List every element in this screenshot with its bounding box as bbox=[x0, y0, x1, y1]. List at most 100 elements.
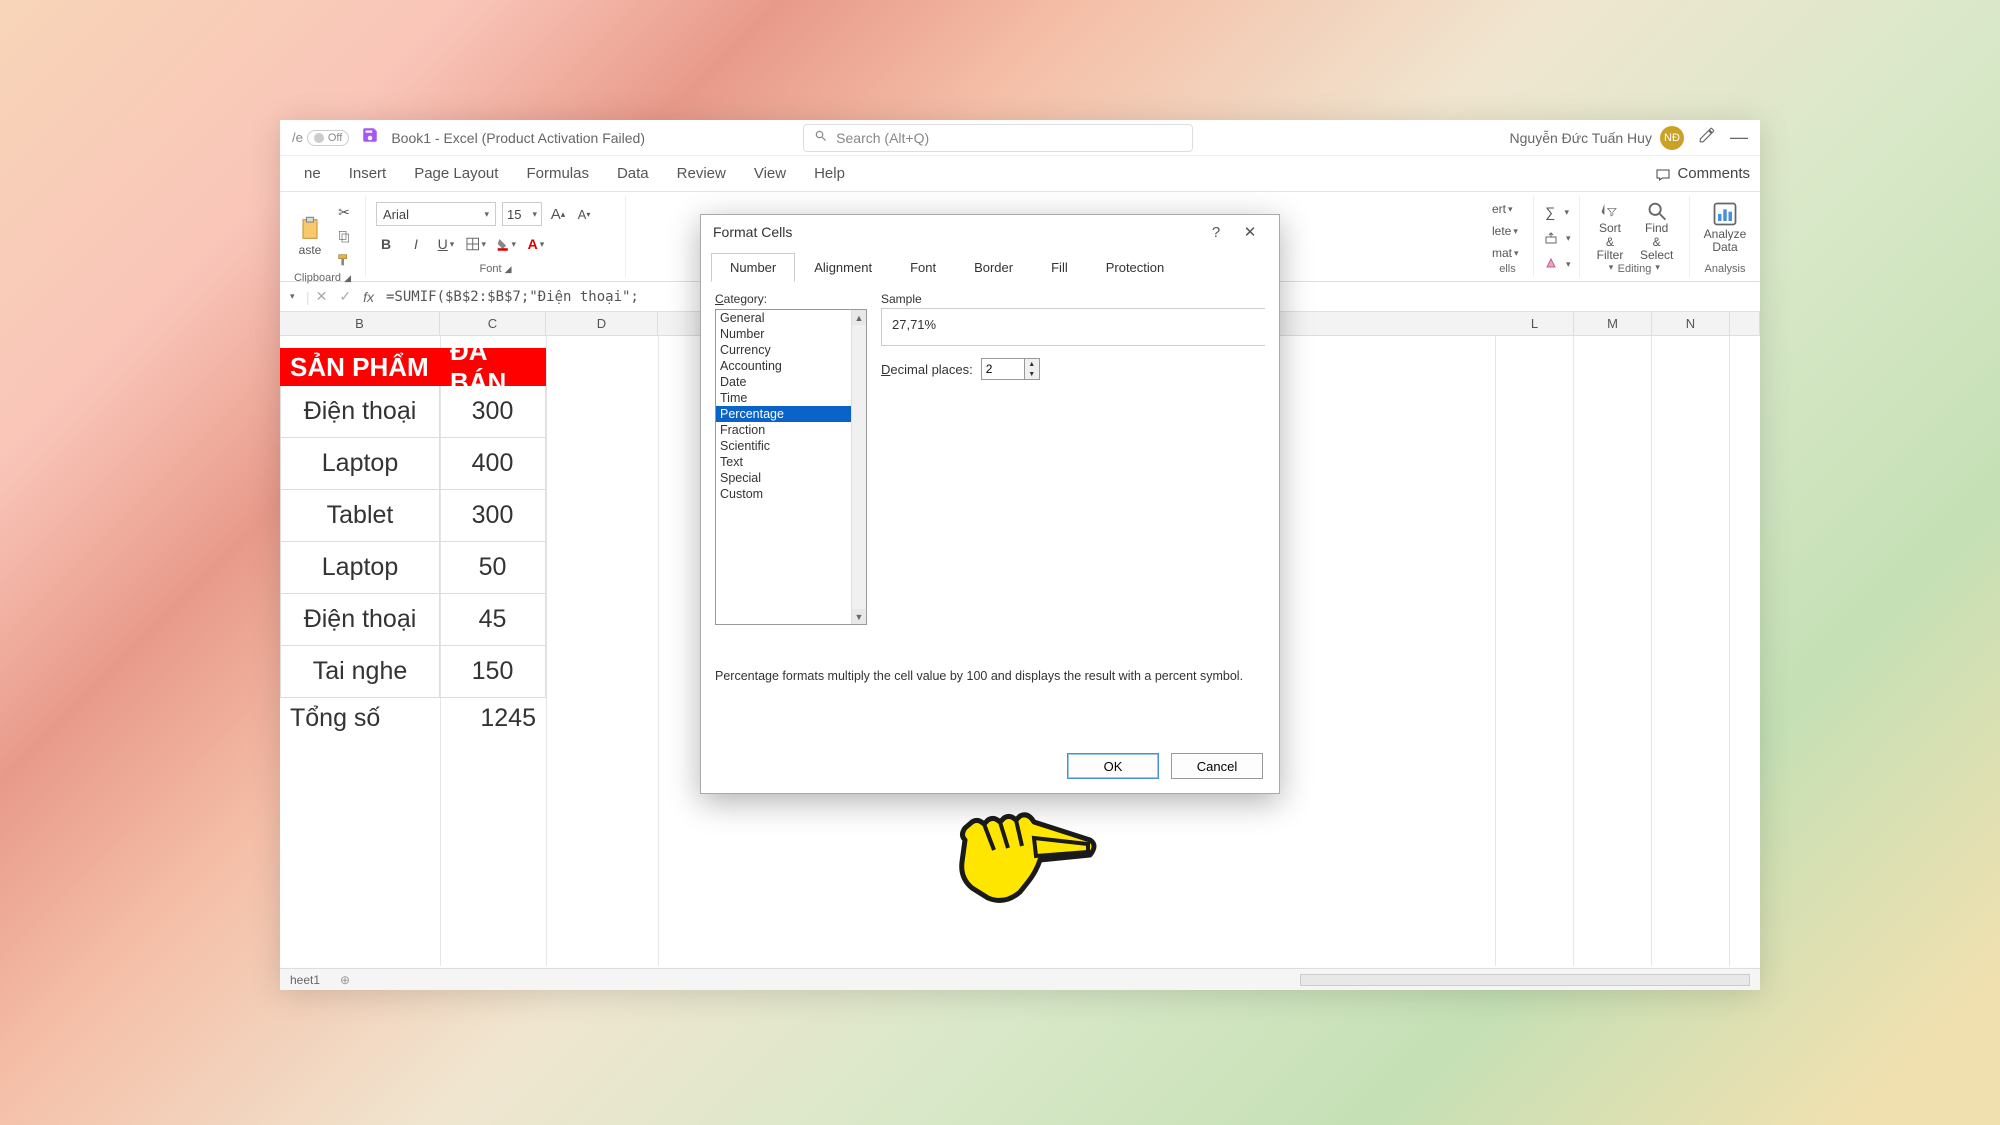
dialog-tab-border[interactable]: Border bbox=[955, 253, 1032, 282]
col-l[interactable]: L bbox=[1496, 312, 1574, 335]
scroll-up-icon[interactable]: ▲ bbox=[852, 310, 866, 325]
dialog-tab-fill[interactable]: Fill bbox=[1032, 253, 1087, 282]
category-item[interactable]: Date bbox=[716, 374, 866, 390]
category-item[interactable]: Custom bbox=[716, 486, 866, 502]
dialog-title: Format Cells bbox=[713, 224, 792, 240]
analysis-label: Analysis bbox=[1700, 261, 1750, 275]
data-table: SẢN PHẨM ĐÃ BÁN Điện thoại300 Laptop400 … bbox=[280, 348, 546, 738]
editing-label: Editing bbox=[1580, 261, 1689, 275]
underline-icon[interactable]: U▾ bbox=[436, 234, 456, 254]
tab-home[interactable]: ne bbox=[290, 165, 335, 182]
fill-color-icon[interactable]: ▾ bbox=[496, 234, 516, 254]
decrease-font-icon[interactable]: A▾ bbox=[574, 204, 594, 224]
format-painter-icon[interactable] bbox=[334, 250, 354, 270]
cancel-button[interactable]: Cancel bbox=[1171, 753, 1263, 779]
minimize-icon[interactable]: — bbox=[1730, 127, 1748, 148]
decimal-places-input[interactable] bbox=[982, 362, 1024, 376]
name-box-dropdown[interactable]: ▾ bbox=[288, 291, 306, 302]
category-item[interactable]: Currency bbox=[716, 342, 866, 358]
search-box[interactable]: Search (Alt+Q) bbox=[803, 124, 1193, 152]
comments-button[interactable]: Comments bbox=[1655, 165, 1750, 182]
category-item[interactable]: Number bbox=[716, 326, 866, 342]
save-icon[interactable] bbox=[361, 126, 379, 149]
category-item-selected[interactable]: Percentage bbox=[716, 406, 866, 422]
font-group-label: Font ◢ bbox=[376, 261, 615, 275]
tab-insert[interactable]: Insert bbox=[335, 165, 401, 182]
enter-formula-icon[interactable]: ✓ bbox=[333, 288, 357, 305]
table-row[interactable]: Tai nghe150 bbox=[280, 646, 546, 698]
tab-review[interactable]: Review bbox=[663, 165, 740, 182]
list-scrollbar[interactable]: ▲ ▼ bbox=[851, 310, 866, 624]
fill-icon[interactable] bbox=[1544, 228, 1558, 248]
cancel-formula-icon[interactable]: ✕ bbox=[310, 288, 334, 305]
format-description: Percentage formats multiply the cell val… bbox=[715, 669, 1265, 683]
sheet-tab[interactable]: heet1 bbox=[290, 973, 320, 987]
table-row[interactable]: Laptop50 bbox=[280, 542, 546, 594]
dialog-tab-number[interactable]: Number bbox=[711, 253, 795, 282]
add-sheet-icon[interactable]: ⊕ bbox=[340, 973, 350, 987]
format-cells-dialog: Format Cells ? ✕ Number Alignment Font B… bbox=[700, 214, 1280, 794]
col-c[interactable]: C bbox=[440, 312, 546, 335]
dialog-tab-font[interactable]: Font bbox=[891, 253, 955, 282]
category-item[interactable]: Fraction bbox=[716, 422, 866, 438]
col-b[interactable]: B bbox=[280, 312, 440, 335]
sample-value: 27,71% bbox=[881, 308, 1265, 346]
dialog-tab-alignment[interactable]: Alignment bbox=[795, 253, 891, 282]
fx-label[interactable]: fx bbox=[357, 289, 380, 305]
insert-cells[interactable]: ert ▾ bbox=[1492, 202, 1523, 216]
category-item[interactable]: Accounting bbox=[716, 358, 866, 374]
cells-label: ells bbox=[1492, 261, 1523, 275]
clear-icon[interactable] bbox=[1544, 254, 1558, 274]
decimal-places-label: Decimal places: bbox=[881, 362, 973, 377]
ok-button[interactable]: OK bbox=[1067, 753, 1159, 779]
tab-help[interactable]: Help bbox=[800, 165, 859, 182]
col-n[interactable]: N bbox=[1652, 312, 1730, 335]
spinner-down-icon[interactable]: ▼ bbox=[1025, 369, 1039, 379]
search-placeholder: Search (Alt+Q) bbox=[836, 130, 929, 146]
avatar[interactable]: NĐ bbox=[1660, 126, 1684, 150]
table-row[interactable]: Điện thoại300 bbox=[280, 386, 546, 438]
bold-icon[interactable]: B bbox=[376, 234, 396, 254]
dialog-help-icon[interactable]: ? bbox=[1199, 224, 1233, 241]
tab-view[interactable]: View bbox=[740, 165, 800, 182]
autosave-toggle[interactable]: Off bbox=[307, 130, 349, 146]
category-list[interactable]: General Number Currency Accounting Date … bbox=[715, 309, 867, 625]
dialog-body: Category: General Number Currency Accoun… bbox=[701, 282, 1279, 743]
titlebar: /e Off Book1 - Excel (Product Activation… bbox=[280, 120, 1760, 156]
scroll-down-icon[interactable]: ▼ bbox=[852, 609, 866, 624]
size-select[interactable]: 15▾ bbox=[502, 202, 542, 226]
font-color-icon[interactable]: A▾ bbox=[526, 234, 546, 254]
paste-button[interactable]: aste bbox=[290, 202, 330, 270]
spinner-up-icon[interactable]: ▲ bbox=[1025, 359, 1039, 369]
category-item[interactable]: General bbox=[716, 310, 866, 326]
analyze-data-button[interactable]: Analyze Data bbox=[1700, 198, 1750, 256]
table-total-row[interactable]: Tổng số 1245 bbox=[280, 698, 546, 738]
font-select[interactable]: Arial▾ bbox=[376, 202, 496, 226]
cut-icon[interactable]: ✂ bbox=[334, 202, 354, 222]
dialog-close-icon[interactable]: ✕ bbox=[1233, 223, 1267, 241]
borders-icon[interactable]: ▾ bbox=[466, 234, 486, 254]
tab-page-layout[interactable]: Page Layout bbox=[400, 165, 512, 182]
horizontal-scrollbar[interactable] bbox=[1300, 974, 1750, 986]
col-m[interactable]: M bbox=[1574, 312, 1652, 335]
pen-icon[interactable] bbox=[1698, 126, 1716, 149]
delete-cells[interactable]: lete ▾ bbox=[1492, 224, 1523, 238]
table-row[interactable]: Laptop400 bbox=[280, 438, 546, 490]
category-item[interactable]: Time bbox=[716, 390, 866, 406]
increase-font-icon[interactable]: A▴ bbox=[548, 204, 568, 224]
category-item[interactable]: Text bbox=[716, 454, 866, 470]
dialog-tab-protection[interactable]: Protection bbox=[1087, 253, 1184, 282]
table-row[interactable]: Điện thoại45 bbox=[280, 594, 546, 646]
category-item[interactable]: Scientific bbox=[716, 438, 866, 454]
tab-formulas[interactable]: Formulas bbox=[512, 165, 603, 182]
italic-icon[interactable]: I bbox=[406, 234, 426, 254]
autosum-icon[interactable]: ∑ bbox=[1544, 202, 1556, 222]
category-item[interactable]: Special bbox=[716, 470, 866, 486]
decimal-places-spinner[interactable]: ▲ ▼ bbox=[981, 358, 1040, 380]
format-cells[interactable]: mat ▾ bbox=[1492, 246, 1523, 260]
pointer-hand-icon bbox=[950, 800, 1100, 920]
tab-data[interactable]: Data bbox=[603, 165, 663, 182]
col-d[interactable]: D bbox=[546, 312, 658, 335]
copy-icon[interactable] bbox=[334, 226, 354, 246]
table-row[interactable]: Tablet300 bbox=[280, 490, 546, 542]
